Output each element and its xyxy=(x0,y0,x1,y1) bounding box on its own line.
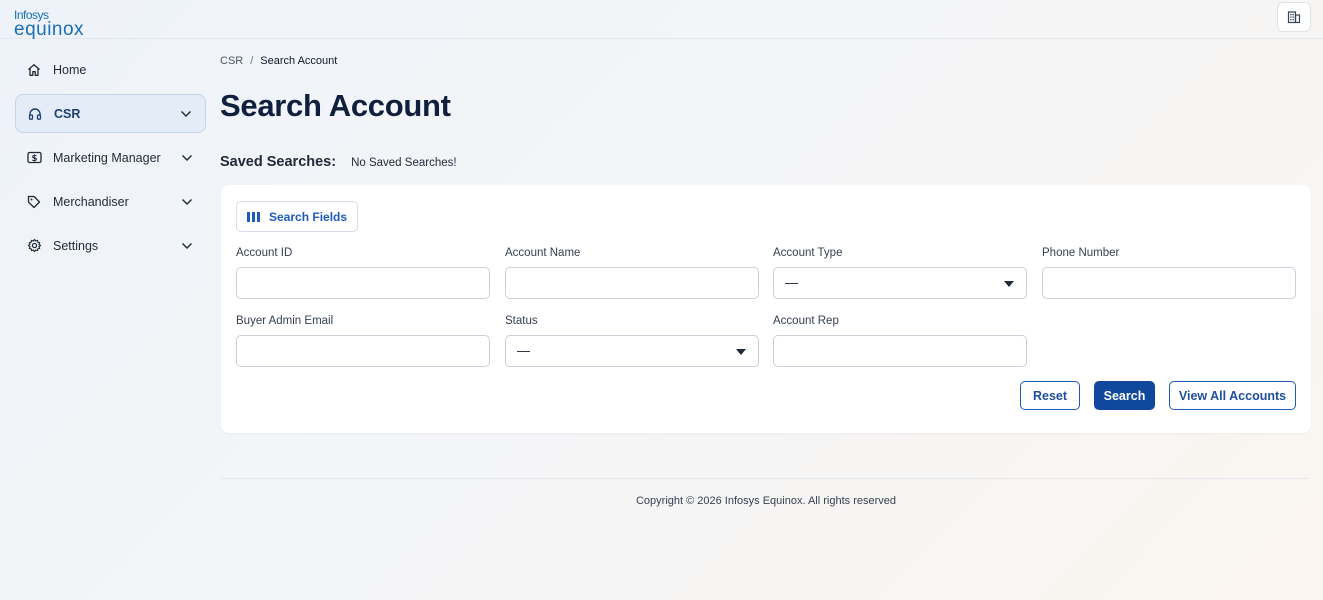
breadcrumb: CSR / Search Account xyxy=(220,55,337,67)
saved-searches-value: No Saved Searches! xyxy=(351,157,457,169)
buyer-admin-email-box xyxy=(236,335,490,367)
top-header: Infosys equinox xyxy=(0,0,1323,39)
caret-down-icon xyxy=(736,349,746,355)
search-fields-button[interactable]: Search Fields xyxy=(236,201,358,232)
sidebar-nav: Home CSR $ Marketing Manager Merchandise… xyxy=(15,50,206,270)
caret-down-icon xyxy=(1004,281,1014,287)
account-rep-label: Account Rep xyxy=(773,315,839,327)
dollar-card-icon: $ xyxy=(26,150,42,166)
chevron-down-icon[interactable] xyxy=(180,151,194,165)
sidebar-item-label: Merchandiser xyxy=(53,194,129,209)
saved-searches: Saved Searches: No Saved Searches! xyxy=(220,154,457,170)
columns-icon xyxy=(247,211,260,222)
phone-number-input[interactable] xyxy=(1043,268,1295,298)
buyer-admin-email-input[interactable] xyxy=(237,336,489,366)
gear-icon xyxy=(26,238,42,254)
account-type-label: Account Type xyxy=(773,247,843,259)
status-select[interactable]: — xyxy=(505,335,759,367)
breadcrumb-current: Search Account xyxy=(260,55,338,67)
sidebar-item-settings[interactable]: Settings xyxy=(15,226,206,265)
status-field: Status — xyxy=(505,315,759,367)
reset-button[interactable]: Reset xyxy=(1020,381,1080,410)
sidebar-item-csr[interactable]: CSR xyxy=(15,94,206,133)
account-rep-box xyxy=(773,335,1027,367)
account-type-select[interactable]: — xyxy=(773,267,1027,299)
account-id-box xyxy=(236,267,490,299)
sidebar-item-label: Settings xyxy=(53,238,99,253)
headset-icon xyxy=(27,106,43,122)
footer-divider xyxy=(220,478,1310,479)
search-fields-label: Search Fields xyxy=(269,209,348,224)
svg-text:$: $ xyxy=(31,154,37,164)
account-type-selected: — xyxy=(785,275,798,290)
account-name-input[interactable] xyxy=(506,268,758,298)
buyer-admin-email-field: Buyer Admin Email xyxy=(236,315,490,367)
account-name-label: Account Name xyxy=(505,247,581,259)
home-icon xyxy=(26,62,42,78)
search-form-card: Search Fields Account ID Account Name Ac… xyxy=(221,185,1311,433)
account-rep-field: Account Rep xyxy=(773,315,1027,367)
account-id-field: Account ID xyxy=(236,247,490,299)
status-label: Status xyxy=(505,315,538,327)
logo-line-2: equinox xyxy=(14,19,85,40)
view-all-accounts-button[interactable]: View All Accounts xyxy=(1169,381,1296,410)
footer-copyright: Copyright © 2026 Infosys Equinox. All ri… xyxy=(635,495,896,507)
search-button[interactable]: Search xyxy=(1094,381,1155,410)
organization-button[interactable] xyxy=(1277,2,1311,32)
chevron-down-icon[interactable] xyxy=(179,107,193,121)
phone-number-box xyxy=(1042,267,1296,299)
account-name-field: Account Name xyxy=(505,247,759,299)
account-rep-input[interactable] xyxy=(774,336,1026,366)
account-id-input[interactable] xyxy=(237,268,489,298)
infosys-equinox-logo[interactable]: Infosys equinox xyxy=(14,9,84,39)
breadcrumb-separator: / xyxy=(250,55,254,67)
breadcrumb-link-csr[interactable]: CSR xyxy=(220,55,243,67)
phone-number-field: Phone Number xyxy=(1042,247,1296,299)
sidebar-item-merchandiser[interactable]: Merchandiser xyxy=(15,182,206,221)
sidebar-item-label: CSR xyxy=(54,106,81,121)
account-type-field: Account Type — xyxy=(773,247,1027,299)
saved-searches-label: Saved Searches: xyxy=(220,154,337,170)
sidebar-item-label: Marketing Manager xyxy=(53,150,161,165)
buyer-admin-email-label: Buyer Admin Email xyxy=(236,315,334,327)
chevron-down-icon[interactable] xyxy=(180,239,194,253)
building-icon xyxy=(1287,11,1301,24)
sidebar-item-home[interactable]: Home xyxy=(15,50,206,89)
phone-number-label: Phone Number xyxy=(1042,247,1120,259)
page-title: Search Account xyxy=(220,88,451,123)
sidebar-item-marketing-manager[interactable]: $ Marketing Manager xyxy=(15,138,206,177)
status-selected: — xyxy=(517,343,530,358)
tag-icon xyxy=(26,194,42,210)
account-id-label: Account ID xyxy=(236,247,293,259)
sidebar-item-label: Home xyxy=(53,62,87,77)
chevron-down-icon[interactable] xyxy=(180,195,194,209)
account-name-box xyxy=(505,267,759,299)
